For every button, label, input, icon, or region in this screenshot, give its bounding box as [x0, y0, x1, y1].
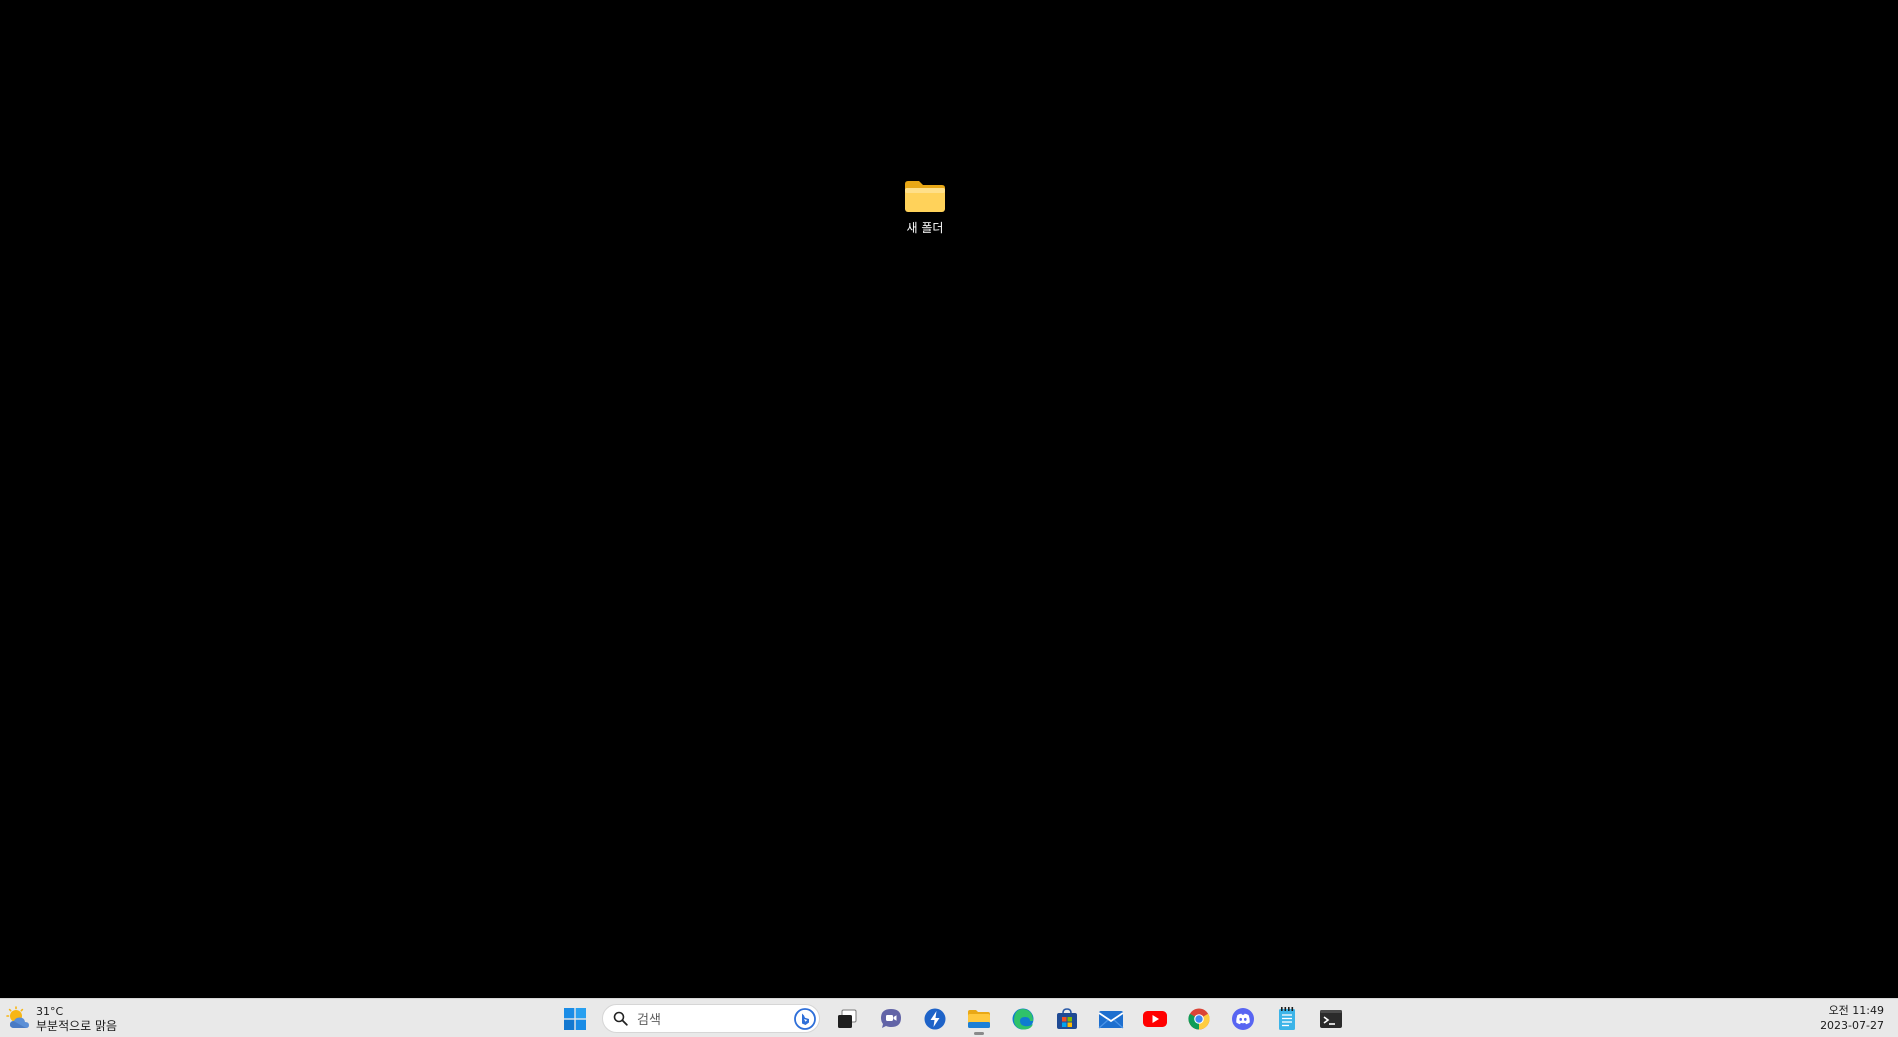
windows-start-icon	[564, 1007, 586, 1030]
chrome-icon	[1188, 1008, 1210, 1029]
teams-chat-icon	[881, 1008, 901, 1028]
screen: 새 폴더 31°C 부분적으로 맑음 검색 오전 11:49 2023-07-2…	[0, 0, 1898, 1037]
power-automate-icon	[924, 1008, 946, 1029]
taskbar-center: 검색	[556, 1002, 1356, 1035]
clock-time: 오전 11:49	[1828, 1004, 1884, 1017]
taskbar: 31°C 부분적으로 맑음 검색 오전 11:49 2023-07-27	[0, 998, 1898, 1037]
chrome-button[interactable]	[1180, 1002, 1218, 1035]
weather-condition: 부분적으로 맑음	[36, 1019, 118, 1033]
store-icon	[1057, 1007, 1077, 1029]
youtube-button[interactable]	[1136, 1002, 1174, 1035]
power-automate-button[interactable]	[916, 1002, 954, 1035]
search-placeholder: 검색	[637, 1013, 661, 1028]
discord-icon	[1232, 1007, 1254, 1030]
weather-widget[interactable]: 31°C 부분적으로 맑음	[6, 1003, 117, 1035]
file-explorer-button[interactable]	[960, 1002, 998, 1035]
mail-button[interactable]	[1092, 1002, 1130, 1035]
discord-button[interactable]	[1224, 1002, 1262, 1035]
task-view-icon	[838, 1009, 857, 1028]
desktop-icon-new-folder[interactable]: 새 폴더	[888, 178, 962, 254]
weather-temperature: 31°C	[36, 1005, 64, 1018]
notepad-icon	[1279, 1006, 1295, 1030]
folder-icon	[968, 1009, 990, 1028]
folder-icon	[905, 181, 945, 212]
desktop-icon-label: 새 폴더	[906, 221, 944, 235]
edge-button[interactable]	[1004, 1002, 1042, 1035]
notepad-button[interactable]	[1268, 1002, 1306, 1035]
edge-icon	[1012, 1008, 1034, 1029]
search-icon	[613, 1011, 628, 1026]
task-view-button[interactable]	[828, 1002, 866, 1035]
bing-chat-icon[interactable]	[793, 1007, 817, 1031]
partly-sunny-icon	[6, 1006, 29, 1028]
mail-icon	[1098, 1010, 1124, 1028]
terminal-icon	[1320, 1009, 1342, 1028]
start-button[interactable]	[556, 1002, 594, 1035]
system-clock[interactable]: 오전 11:49 2023-07-27	[1820, 1003, 1884, 1033]
terminal-button[interactable]	[1312, 1002, 1350, 1035]
store-button[interactable]	[1048, 1002, 1086, 1035]
teams-chat-button[interactable]	[872, 1002, 910, 1035]
clock-date: 2023-07-27	[1820, 1019, 1884, 1032]
desktop[interactable]: 새 폴더	[0, 0, 1898, 998]
youtube-icon	[1143, 1010, 1167, 1027]
search-box[interactable]: 검색	[602, 1004, 820, 1033]
